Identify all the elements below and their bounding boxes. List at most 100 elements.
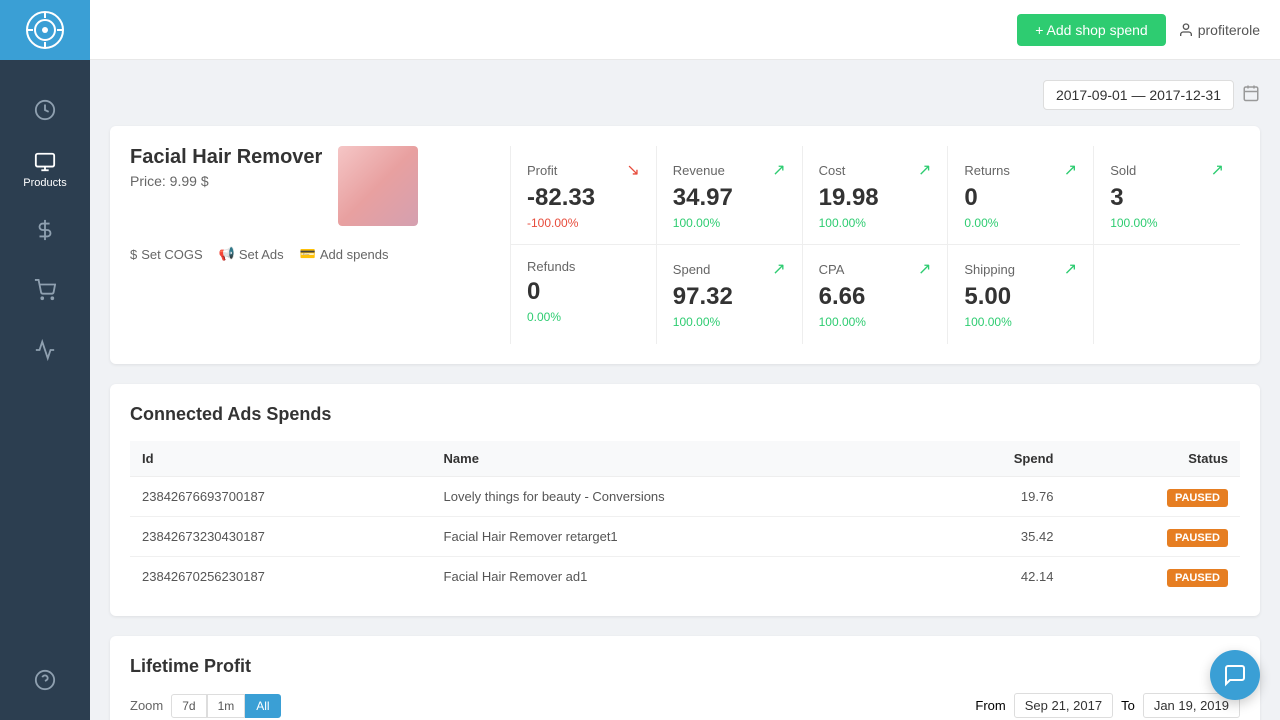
chart-date-controls: From Sep 21, 2017 To Jan 19, 2019 [975,693,1240,718]
metric-header-cost: Cost ↗ [819,160,932,180]
metric-pct-shipping: 100.00% [964,315,1077,329]
metric-label-profit: Profit [527,163,557,178]
col-status: Status [1065,441,1240,477]
metric-label-spend: Spend [673,262,711,277]
sidebar-item-products-label: Products [23,177,66,189]
date-range-bar: 2017-09-01 — 2017-12-31 [110,80,1260,110]
add-shop-spend-button[interactable]: + Add shop spend [1017,14,1166,46]
metric-value-refunds: 0 [527,278,640,306]
to-label: To [1121,698,1135,713]
username-label: profiterole [1198,22,1260,38]
status-badge: PAUSED [1167,569,1228,587]
chart-controls: Zoom 7d 1m All From Sep 21, 2017 To Jan … [130,693,1240,718]
sidebar-item-finances[interactable] [0,200,90,260]
lifetime-profit-section: Lifetime Profit Zoom 7d 1m All From Sep … [110,636,1260,720]
sidebar-item-ads[interactable] [0,320,90,380]
set-ads-label: Set Ads [239,247,284,262]
product-info: Facial Hair Remover Price: 9.99 $ $ Set … [130,146,510,344]
metric-value-returns: 0 [964,184,1077,212]
metric-label-cpa: CPA [819,262,845,277]
ad-id: 23842676693700187 [130,477,432,517]
metric-header-shipping: Shipping ↗ [964,259,1077,279]
metric-value-profit: -82.33 [527,184,640,212]
metric-cell-spend: Spend ↗ 97.32 100.00% [657,245,803,344]
trend-up-icon: ↗ [1211,160,1224,180]
metric-pct-refunds: 0.00% [527,310,640,324]
metric-value-revenue: 34.97 [673,184,786,212]
zoom-7d-button[interactable]: 7d [171,694,206,718]
col-spend: Spend [935,441,1066,477]
sidebar-item-products[interactable]: Products [0,140,90,200]
zoom-1m-button[interactable]: 1m [207,694,246,718]
col-id: Id [130,441,432,477]
ad-name: Facial Hair Remover ad1 [432,557,935,597]
user-info: profiterole [1178,22,1260,38]
sidebar-item-help[interactable] [0,650,90,710]
chat-button[interactable] [1210,650,1260,700]
ad-name: Facial Hair Remover retarget1 [432,517,935,557]
content-area: 2017-09-01 — 2017-12-31 Facial Hair Remo… [90,60,1280,720]
metric-header-refunds: Refunds [527,259,640,274]
lifetime-profit-title: Lifetime Profit [130,656,1240,677]
status-badge: PAUSED [1167,529,1228,547]
metric-header-spend: Spend ↗ [673,259,786,279]
add-spends-label: Add spends [320,247,389,262]
metric-pct-spend: 100.00% [673,315,786,329]
metric-value-sold: 3 [1110,184,1224,212]
sidebar-item-cart[interactable] [0,260,90,320]
trend-up-icon: ↗ [918,160,931,180]
ads-section: Connected Ads Spends Id Name Spend Statu… [110,384,1260,616]
metric-pct-sold: 100.00% [1110,216,1224,230]
date-range-value[interactable]: 2017-09-01 — 2017-12-31 [1043,80,1234,110]
ad-id: 23842673230430187 [130,517,432,557]
product-image [338,146,418,226]
from-date-input[interactable]: Sep 21, 2017 [1014,693,1113,718]
metric-label-revenue: Revenue [673,163,725,178]
ad-id: 23842670256230187 [130,557,432,597]
zoom-all-button[interactable]: All [245,694,280,718]
trend-up-icon: ↗ [772,160,785,180]
app-logo[interactable] [0,0,90,60]
trend-up-icon: ↗ [1064,160,1077,180]
trend-up-icon: ↗ [1064,259,1077,279]
metric-header-profit: Profit ↘ [527,160,640,180]
metric-pct-returns: 0.00% [964,216,1077,230]
product-actions: $ Set COGS 📢 Set Ads 💳 Add spends [130,246,510,262]
set-ads-link[interactable]: 📢 Set Ads [219,246,284,262]
product-price: Price: 9.99 $ [130,173,322,189]
metric-header-returns: Returns ↗ [964,160,1077,180]
topbar: + Add shop spend profiterole [90,0,1280,60]
metric-value-shipping: 5.00 [964,283,1077,311]
metric-label-shipping: Shipping [964,262,1015,277]
metric-label-returns: Returns [964,163,1010,178]
metric-label-refunds: Refunds [527,259,575,274]
metric-cell-returns: Returns ↗ 0 0.00% [948,146,1094,245]
metric-pct-profit: -100.00% [527,216,640,230]
ad-spend: 19.76 [935,477,1066,517]
ads-table: Id Name Spend Status 23842676693700187 L… [130,441,1240,596]
ad-spend: 42.14 [935,557,1066,597]
from-label: From [975,698,1005,713]
metric-header-revenue: Revenue ↗ [673,160,786,180]
metric-cell-refunds: Refunds 0 0.00% [511,245,657,344]
ad-status: PAUSED [1065,557,1240,597]
metric-cell-sold: Sold ↗ 3 100.00% [1094,146,1240,245]
main-content: + Add shop spend profiterole 2017-09-01 … [90,0,1280,720]
product-card: Facial Hair Remover Price: 9.99 $ $ Set … [110,126,1260,364]
product-title: Facial Hair Remover [130,146,322,169]
megaphone-icon: 📢 [219,246,235,262]
table-row: 23842673230430187 Facial Hair Remover re… [130,517,1240,557]
metric-header-sold: Sold ↗ [1110,160,1224,180]
sidebar-item-reports[interactable] [0,80,90,140]
ad-status: PAUSED [1065,477,1240,517]
calendar-icon[interactable] [1242,84,1260,107]
metric-pct-revenue: 100.00% [673,216,786,230]
add-spends-link[interactable]: 💳 Add spends [300,246,389,262]
dollar-icon: $ [130,247,137,262]
metric-value-cpa: 6.66 [819,283,932,311]
ad-name: Lovely things for beauty - Conversions [432,477,935,517]
ad-spend: 35.42 [935,517,1066,557]
ad-status: PAUSED [1065,517,1240,557]
set-cogs-link[interactable]: $ Set COGS [130,246,203,262]
metric-pct-cpa: 100.00% [819,315,932,329]
